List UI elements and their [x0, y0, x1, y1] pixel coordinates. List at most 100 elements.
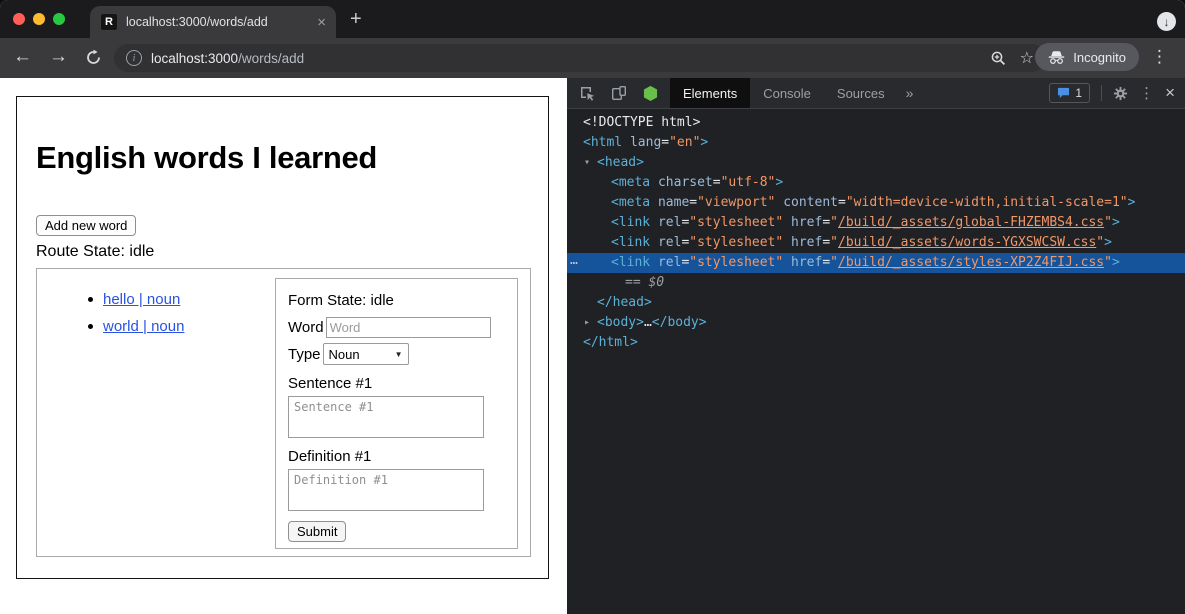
code-token: =: [822, 235, 830, 250]
close-window-button[interactable]: [13, 13, 25, 25]
list-item: hello | noun: [86, 291, 184, 308]
dom-tree-line[interactable]: <link rel="stylesheet" href="/build/_ass…: [567, 213, 1185, 233]
forward-button[interactable]: →: [49, 46, 68, 68]
issues-bubble-icon: [1057, 87, 1070, 99]
code-token: <link: [611, 255, 650, 270]
code-token: >: [775, 175, 783, 190]
url-path: /words/add: [238, 51, 304, 66]
form-state-text: Form State: idle: [288, 292, 505, 309]
settings-gear-icon[interactable]: [1113, 86, 1128, 101]
tab-sources[interactable]: Sources: [824, 78, 898, 108]
code-token: href: [783, 235, 822, 250]
web-page: English words I learned Add new word Rou…: [0, 78, 567, 614]
dom-tree-line[interactable]: <!DOCTYPE html>: [567, 113, 1185, 133]
dom-tree-line[interactable]: </html>: [567, 333, 1185, 353]
dom-tree-line-selected[interactable]: …<link rel="stylesheet" href="/build/_as…: [567, 253, 1185, 273]
code-token: <html: [583, 135, 622, 150]
dom-tree-line[interactable]: ▸<body>…</body>: [567, 313, 1185, 333]
reload-button[interactable]: [85, 49, 102, 72]
more-tabs-icon[interactable]: »: [898, 85, 922, 101]
tab-close-icon[interactable]: ×: [317, 15, 326, 30]
dom-tree-line[interactable]: <html lang="en">: [567, 133, 1185, 153]
dom-tree-line[interactable]: <meta charset="utf-8">: [567, 173, 1185, 193]
code-token: "stylesheet": [689, 215, 783, 230]
bookmark-star-icon[interactable]: ☆: [1020, 48, 1034, 68]
word-list: hello | noun world | noun: [86, 291, 184, 345]
code-token: /build/_assets/global-FHZEMBS4.css: [838, 215, 1104, 230]
code-token: >: [1112, 215, 1120, 230]
add-new-word-button[interactable]: Add new word: [36, 215, 136, 236]
browser-window: R localhost:3000/words/add × + ↓ ← → i l…: [0, 0, 1185, 614]
issues-count: 1: [1075, 86, 1082, 100]
submit-button[interactable]: Submit: [288, 521, 346, 542]
code-token: rel: [650, 215, 681, 230]
devtools-panel: Elements Console Sources » 1 ⋮ × <!DOCTY…: [567, 78, 1185, 614]
address-bar[interactable]: i localhost:3000/words/add ☆: [114, 44, 1046, 72]
type-select[interactable]: Noun ▼: [323, 343, 409, 365]
page-container: English words I learned Add new word Rou…: [16, 96, 549, 579]
code-token: "stylesheet": [689, 255, 783, 270]
code-token: lang: [622, 135, 661, 150]
tab-elements[interactable]: Elements: [670, 78, 750, 108]
word-link-hello[interactable]: hello | noun: [103, 291, 180, 308]
sentence-label: Sentence #1: [288, 375, 505, 392]
dom-tree-line[interactable]: <link rel="stylesheet" href="/build/_ass…: [567, 233, 1185, 253]
code-token: =: [661, 135, 669, 150]
type-select-value: Noun: [329, 347, 360, 362]
back-button[interactable]: ←: [13, 46, 32, 68]
words-panel: hello | noun world | noun Form State: id…: [36, 268, 531, 557]
word-link-world[interactable]: world | noun: [103, 318, 184, 335]
url-host: localhost:3000: [151, 51, 238, 66]
code-token: "utf-8": [721, 175, 776, 190]
code-token: </html>: [583, 335, 638, 350]
reload-icon: [85, 49, 102, 66]
code-token: ": [830, 235, 838, 250]
node-options-icon[interactable]: …: [570, 251, 579, 271]
tab-title: localhost:3000/words/add: [126, 15, 309, 29]
code-token: <!DOCTYPE html>: [583, 115, 700, 130]
code-token: <meta: [611, 175, 650, 190]
tab-console[interactable]: Console: [750, 78, 824, 108]
code-token: >: [1104, 235, 1112, 250]
device-toolbar-icon[interactable]: [611, 85, 627, 101]
zoom-icon[interactable]: [990, 50, 1007, 67]
code-token: /build/_assets/styles-XP2Z4FIJ.css: [838, 255, 1104, 270]
word-input[interactable]: [326, 317, 491, 338]
code-token: <body>: [597, 315, 644, 330]
dom-tree-line[interactable]: == $0: [567, 273, 1185, 293]
remix-favicon-icon: R: [100, 13, 118, 31]
word-field-label: Word: [288, 319, 324, 336]
nodejs-extension-icon[interactable]: [643, 85, 658, 102]
download-button[interactable]: ↓: [1157, 12, 1176, 31]
incognito-label: Incognito: [1073, 50, 1126, 65]
code-token: …: [644, 315, 652, 330]
sentence-textarea[interactable]: [288, 396, 484, 438]
dom-tree-line[interactable]: <meta name="viewport" content="width=dev…: [567, 193, 1185, 213]
site-info-icon[interactable]: i: [126, 50, 142, 66]
type-field-label: Type: [288, 346, 321, 363]
devtools-close-icon[interactable]: ×: [1165, 83, 1175, 103]
browser-menu-icon[interactable]: ⋮: [1151, 47, 1168, 67]
inspect-element-icon[interactable]: [579, 85, 595, 101]
expand-arrow-icon[interactable]: ▸: [584, 313, 590, 333]
definition-textarea[interactable]: [288, 469, 484, 511]
maximize-window-button[interactable]: [53, 13, 65, 25]
code-token: <head>: [597, 155, 644, 170]
minimize-window-button[interactable]: [33, 13, 45, 25]
definition-label: Definition #1: [288, 448, 505, 465]
dom-tree-line[interactable]: </head>: [567, 293, 1185, 313]
new-tab-button[interactable]: +: [350, 9, 362, 29]
browser-tab[interactable]: R localhost:3000/words/add ×: [90, 6, 336, 38]
issues-counter[interactable]: 1: [1049, 83, 1090, 103]
code-token: ": [1096, 235, 1104, 250]
code-token: <meta: [611, 195, 650, 210]
browser-toolbar: ← → i localhost:3000/words/add ☆: [0, 38, 1185, 78]
code-token: =: [822, 215, 830, 230]
dom-tree-line[interactable]: ▾ <head>: [567, 153, 1185, 173]
devtools-menu-icon[interactable]: ⋮: [1139, 84, 1154, 102]
code-token: rel: [650, 235, 681, 250]
url-text[interactable]: localhost:3000/words/add: [151, 51, 304, 66]
code-token: =: [689, 195, 697, 210]
collapse-arrow-icon[interactable]: ▾: [584, 153, 590, 173]
code-token: /build/_assets/words-YGXSWCSW.css: [838, 235, 1096, 250]
